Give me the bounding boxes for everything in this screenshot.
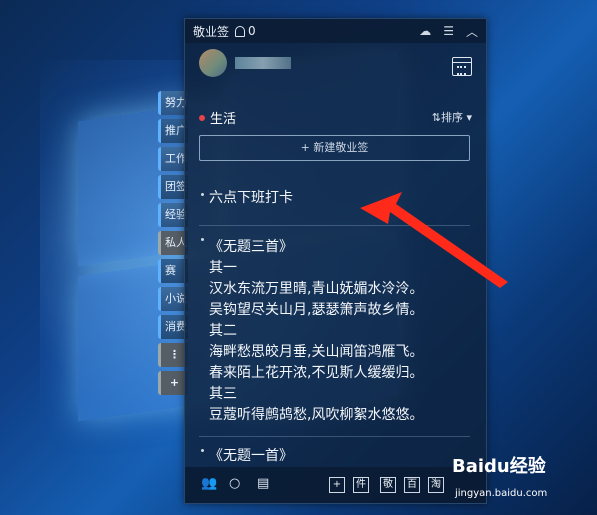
note-title: 《无题一首》 (209, 448, 293, 464)
file-button[interactable]: 件 (353, 477, 369, 493)
baidu-button[interactable]: 百 (404, 477, 420, 493)
note-line: 汉水东流万里晴,青山妩媚水泠泠。 (209, 281, 424, 297)
add-button[interactable]: + (329, 477, 345, 493)
sort-dropdown[interactable]: ⇅排序 ▾ (432, 109, 472, 125)
list-item[interactable]: 《无题三首》 其一 汉水东流万里晴,青山妩媚水泠泠。 吴钩望尽关山月,瑟瑟箫声故… (199, 226, 470, 437)
note-line: 豆蔻听得鹧鸪愁,风吹柳絮水悠悠。 (209, 407, 424, 423)
collapse-icon[interactable]: ︿ (466, 23, 478, 40)
watermark-url: jingyan.baidu.com (455, 488, 548, 499)
note-title: 六点下班打卡 (209, 190, 293, 206)
title-bar: 敬业签 0 ☁ ☰ ︿ (185, 19, 486, 43)
list-item[interactable]: 六点下班打卡 (199, 181, 470, 226)
bottom-toolbar: 👥 ○ ▤ + 件 敬 百 淘 (185, 467, 486, 503)
username-blurred (235, 57, 291, 69)
notes-list: 六点下班打卡 《无题三首》 其一 汉水东流万里晴,青山妩媚水泠泠。 吴钩望尽关山… (199, 181, 470, 475)
bell-icon[interactable] (235, 25, 246, 37)
note-line: 吴钩望尽关山月,瑟瑟箫声故乡情。 (209, 302, 424, 318)
category-header[interactable]: 生活 (199, 108, 236, 127)
contacts-icon[interactable]: 👥 (201, 476, 217, 491)
note-line: 春来陌上花开浓,不见斯人缓缓归。 (209, 365, 424, 381)
app-title: 敬业签 (193, 24, 230, 39)
baidu-watermark-logo: Baidu经验 (452, 456, 546, 477)
note-line: 其一 (209, 260, 237, 276)
new-note-button[interactable]: + 新建敬业签 (199, 135, 470, 161)
cloud-sync-icon[interactable]: ☁ (419, 24, 431, 38)
avatar[interactable] (199, 49, 227, 77)
user-profile[interactable] (199, 49, 291, 77)
notification-count: 0 (248, 24, 256, 38)
category-dot (199, 114, 205, 121)
note-line: 其三 (209, 386, 237, 402)
search-icon[interactable]: ○ (229, 476, 240, 491)
note-line: 其二 (209, 323, 237, 339)
calendar-icon[interactable] (452, 57, 472, 76)
menu-icon[interactable]: ☰ (443, 24, 454, 38)
taobao-button[interactable]: 淘 (428, 477, 444, 493)
calendar-list-icon[interactable]: ▤ (257, 476, 269, 491)
app-window: 敬业签 0 ☁ ☰ ︿ 生活 ⇅排序 ▾ + 新建敬业签 六点下班打卡 《无题三… (184, 18, 487, 504)
note-title: 《无题三首》 (209, 239, 293, 255)
jingye-button[interactable]: 敬 (380, 477, 396, 493)
category-name: 生活 (210, 112, 237, 127)
note-line: 海畔愁思皎月垂,关山闻笛鸿雁飞。 (209, 344, 424, 360)
